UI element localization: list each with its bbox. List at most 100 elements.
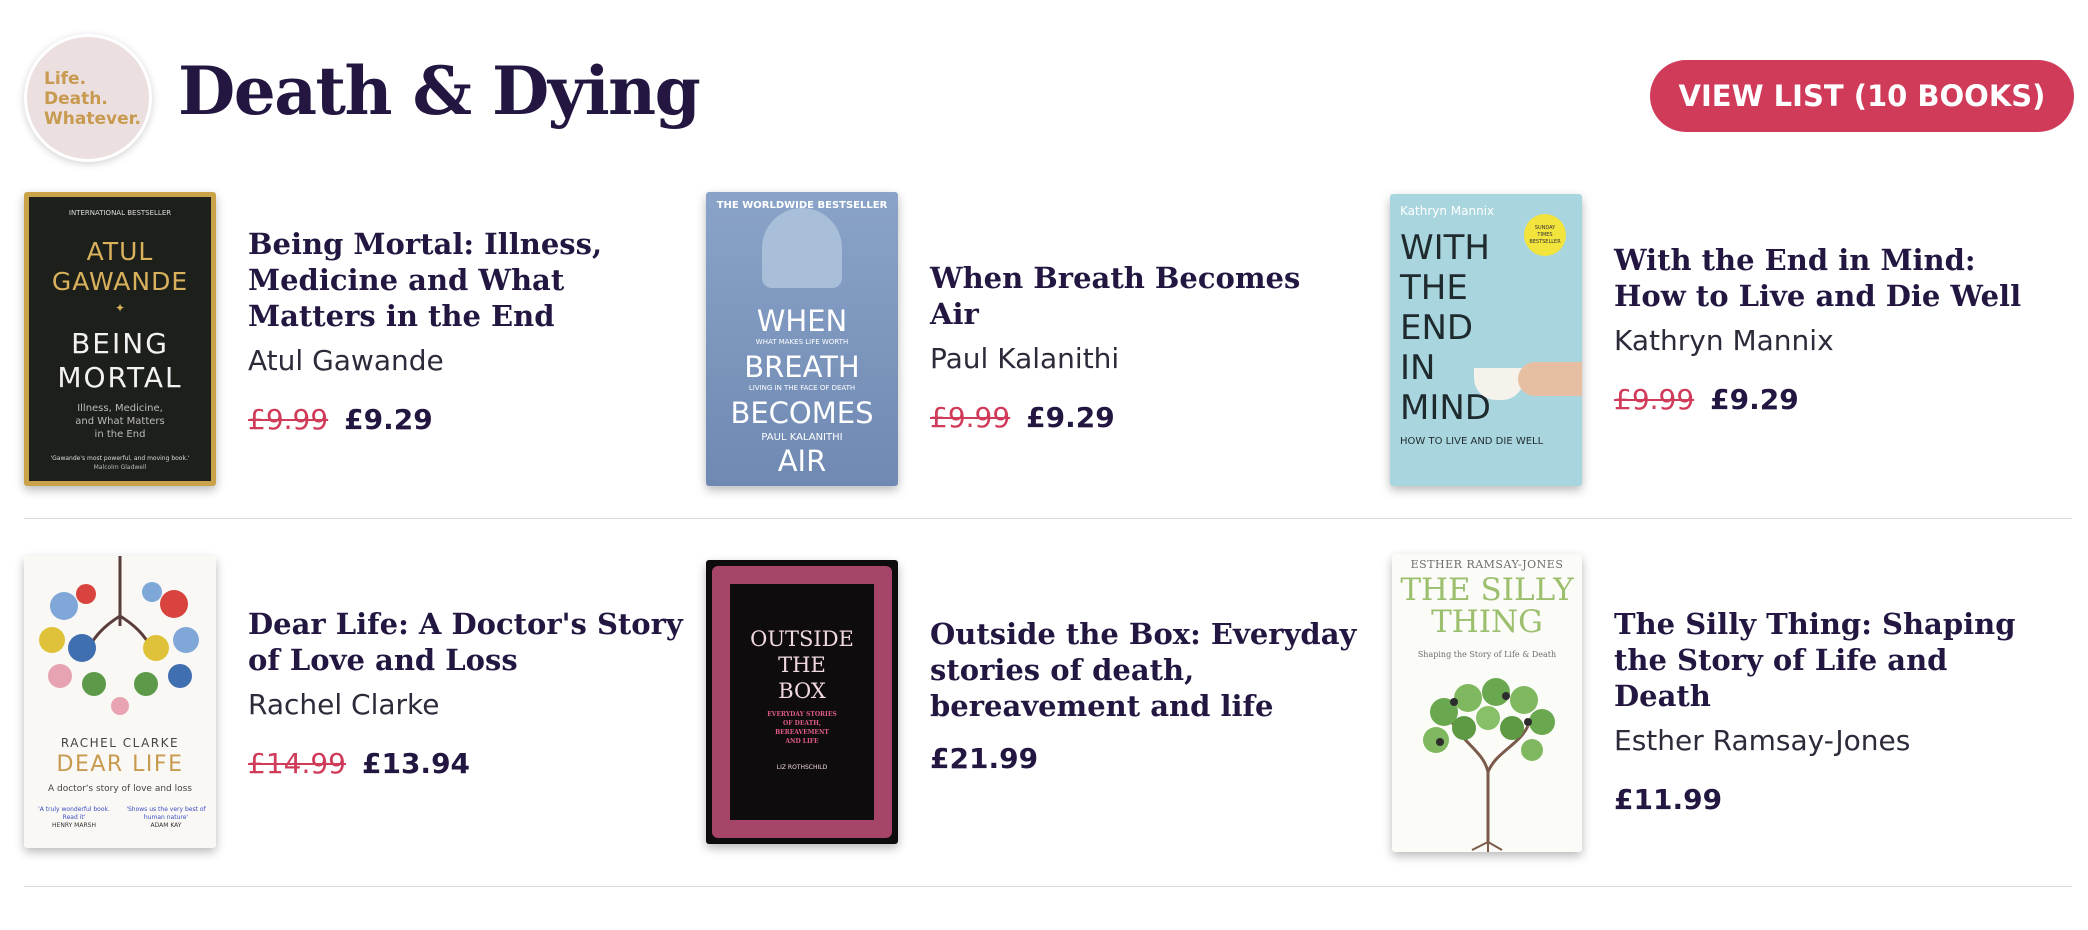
tree-illustration (1423, 678, 1555, 852)
cover-text: MORTAL (57, 361, 183, 394)
bestseller-badge: SUNDAY TIMES BESTSELLER (1524, 214, 1566, 256)
cover-text: HOW TO LIVE AND DIE WELL (1400, 436, 1544, 447)
cover-text: OUTSIDE (750, 627, 854, 651)
cover-text: THING (1431, 604, 1543, 640)
book-cover[interactable]: THE WORLDWIDE BESTSELLER WHEN WHAT MAKES… (706, 192, 898, 486)
cover-text: BEREAVEMENT (775, 729, 829, 736)
price-block: £14.99 £13.94 (248, 747, 688, 780)
book-author[interactable]: Rachel Clarke (248, 688, 688, 721)
cover-text: and What Matters (75, 416, 165, 427)
cover-text: in the End (94, 429, 146, 440)
cover-text: BREATH (744, 350, 860, 384)
cover-text: AIR (777, 444, 827, 478)
cover-text: 'Gawande's most powerful, and moving boo… (50, 455, 190, 462)
cover-text: Shaping the Story of Life & Death (1417, 650, 1557, 659)
cover-text: Kathryn Mannix (1400, 204, 1495, 218)
book-author[interactable]: Atul Gawande (248, 344, 668, 377)
cover-text: OF DEATH, (783, 720, 821, 727)
cover-text: PAUL KALANITHI (761, 432, 843, 443)
book-card[interactable]: ESTHER RAMSAY-JONES THE SILLY THING Shap… (1390, 554, 2050, 854)
cover-text: Malcolm Gladwell (93, 464, 147, 471)
list-header: Life. Death. Whatever. Death & Dying VIE… (24, 34, 2074, 162)
sale-price: £9.29 (1710, 383, 1799, 416)
cover-text: Illness, Medicine, (77, 403, 163, 414)
original-price: £9.99 (930, 401, 1011, 434)
cover-text: 'Shows us the very best of human nature' (126, 806, 206, 821)
sale-price: £9.29 (344, 403, 433, 436)
cover-text: WITH (1400, 228, 1490, 268)
cover-text: MIND (1400, 388, 1491, 428)
original-price: £9.99 (1614, 383, 1695, 416)
book-title[interactable]: When Breath Becomes Air (930, 260, 1350, 332)
cover-text: AND LIFE (785, 738, 819, 745)
cover-text: ESTHER RAMSAY-JONES (1410, 558, 1564, 571)
cover-text: BECOMES (730, 396, 874, 430)
price-block: £9.99 £9.29 (930, 401, 1350, 434)
book-title[interactable]: Dear Life: A Doctor's Story of Love and … (248, 606, 688, 678)
cover-text: ADAM KAY (150, 822, 182, 829)
price-block: £9.99 £9.29 (1614, 383, 2044, 416)
cover-text: GAWANDE (51, 267, 189, 296)
book-cover[interactable]: Kathryn Mannix SUNDAY TIMES BESTSELLER W… (1390, 194, 1582, 486)
book-cover[interactable]: ESTHER RAMSAY-JONES THE SILLY THING Shap… (1392, 554, 1582, 852)
cover-text: HENRY MARSH (52, 822, 96, 829)
cover-text: THE (778, 653, 826, 677)
cover-text: LIVING IN THE FACE OF DEATH (748, 384, 856, 392)
row-divider (24, 518, 2072, 519)
cover-text: THE WORLDWIDE BESTSELLER (716, 200, 888, 211)
book-card[interactable]: OUTSIDE THE BOX EVERYDAY STORIES OF DEAT… (706, 554, 1356, 850)
sale-price: £9.29 (1026, 401, 1115, 434)
ornament-icon: ✦ (114, 301, 126, 315)
teacup-illustration (1474, 368, 1524, 400)
cover-text: LIZ ROTHSCHILD (776, 764, 828, 771)
cover-text: 'A truly wonderful book. Read it' (38, 806, 110, 821)
cover-text: BEING (71, 327, 169, 360)
logo-line: Life. (44, 69, 87, 89)
price-block: £11.99 (1614, 783, 2044, 816)
logo-line: Death. (44, 89, 108, 109)
cover-text: WHEN (756, 304, 848, 338)
book-title[interactable]: Being Mortal: Illness, Medicine and What… (248, 226, 668, 334)
book-cover[interactable]: INTERNATIONAL BESTSELLER ATUL GAWANDE ✦ … (24, 192, 216, 486)
price: £11.99 (1614, 783, 1723, 816)
book-cover[interactable]: RACHEL CLARKE DEAR LIFE A doctor's story… (24, 556, 216, 848)
price: £21.99 (930, 742, 1039, 775)
original-price: £9.99 (248, 403, 329, 436)
cover-text: THE (1400, 268, 1468, 308)
floral-lungs-illustration (39, 556, 199, 715)
book-title[interactable]: Outside the Box: Everyday stories of dea… (930, 616, 1360, 724)
book-cover[interactable]: OUTSIDE THE BOX EVERYDAY STORIES OF DEAT… (706, 560, 898, 844)
price-block: £9.99 £9.29 (248, 403, 668, 436)
badge-text: SUNDAY (1534, 225, 1556, 231)
cover-text: DEAR LIFE (56, 752, 184, 777)
row-divider (24, 886, 2072, 887)
logo-line: Whatever. (44, 109, 142, 129)
badge-text: BESTSELLER (1529, 239, 1561, 245)
cover-text: A doctor's story of love and loss (48, 784, 192, 794)
cover-text: BOX (778, 679, 826, 703)
hand-illustration (1518, 362, 1582, 396)
cover-text: END (1400, 308, 1474, 348)
page-title: Death & Dying (178, 52, 701, 130)
cover-text: WHAT MAKES LIFE WORTH (755, 338, 849, 346)
book-card[interactable]: Kathryn Mannix SUNDAY TIMES BESTSELLER W… (1390, 192, 2050, 486)
book-title[interactable]: The Silly Thing: Shaping the Story of Li… (1614, 606, 2044, 714)
book-card[interactable]: INTERNATIONAL BESTSELLER ATUL GAWANDE ✦ … (24, 192, 674, 486)
cover-text: ATUL (86, 237, 154, 266)
book-card[interactable]: RACHEL CLARKE DEAR LIFE A doctor's story… (24, 554, 683, 850)
badge-text: TIMES (1537, 232, 1553, 238)
surgeon-cap-illustration (762, 208, 842, 288)
book-author[interactable]: Kathryn Mannix (1614, 324, 2044, 357)
book-title[interactable]: With the End in Mind: How to Live and Di… (1614, 242, 2044, 314)
price-block: £21.99 (930, 742, 1360, 775)
book-author[interactable]: Paul Kalanithi (930, 342, 1350, 375)
view-list-button[interactable]: VIEW LIST (10 BOOKS) (1650, 60, 2074, 132)
original-price: £14.99 (248, 747, 346, 780)
book-card[interactable]: THE WORLDWIDE BESTSELLER WHEN WHAT MAKES… (706, 192, 1356, 486)
book-author[interactable]: Esther Ramsay-Jones (1614, 724, 2044, 757)
life-death-whatever-logo[interactable]: Life. Death. Whatever. (24, 34, 152, 162)
sale-price: £13.94 (361, 747, 471, 780)
cover-text: THE SILLY (1400, 572, 1574, 608)
cover-text: INTERNATIONAL BESTSELLER (68, 209, 172, 217)
cover-text: RACHEL CLARKE (60, 736, 180, 750)
